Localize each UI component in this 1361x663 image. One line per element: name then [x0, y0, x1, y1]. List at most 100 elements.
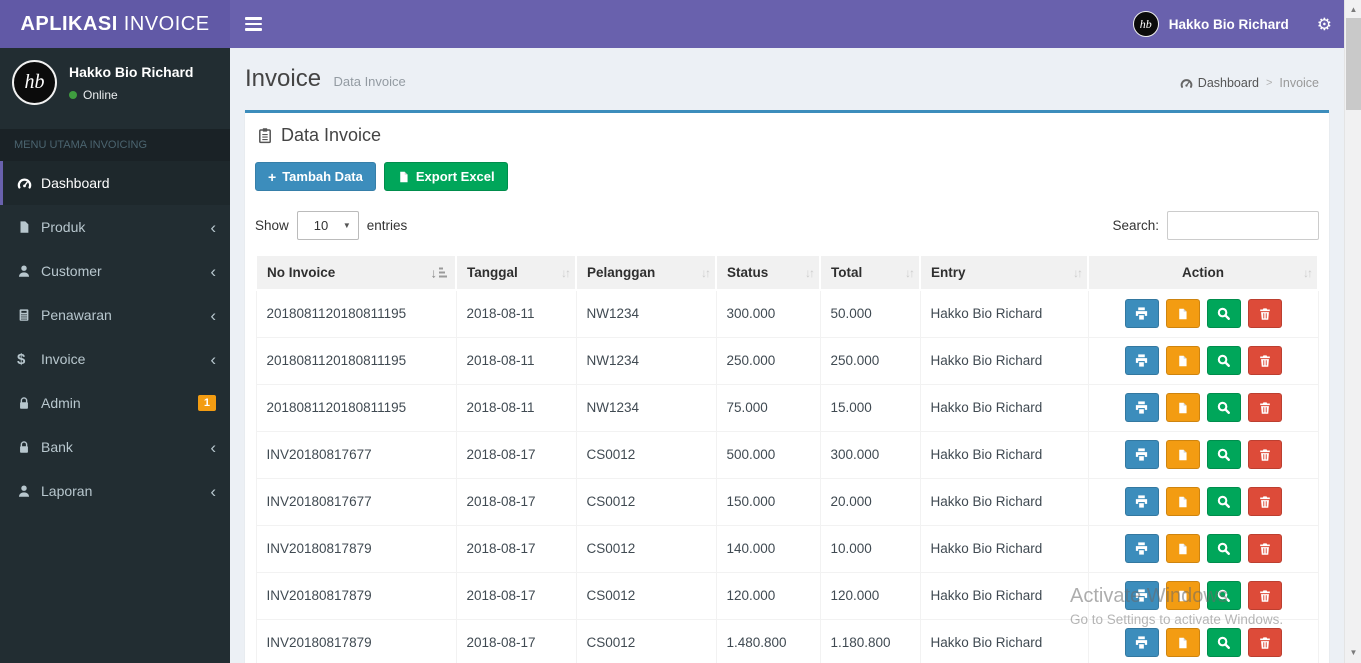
- printer-icon: [1135, 589, 1148, 602]
- print-button[interactable]: [1124, 346, 1159, 375]
- sidebar-menu-header: MENU UTAMA INVOICING: [0, 129, 230, 161]
- search-input[interactable]: [1167, 211, 1319, 240]
- delete-button[interactable]: [1247, 628, 1282, 657]
- sidebar-user-name: Hakko Bio Richard: [69, 63, 194, 80]
- view-button[interactable]: [1206, 440, 1241, 469]
- navbar-avatar[interactable]: hb: [1132, 11, 1159, 37]
- cell-tanggal: 2018-08-17: [455, 477, 577, 526]
- file-button[interactable]: [1165, 534, 1200, 563]
- sidebar-item-produk[interactable]: Produk ‹: [0, 205, 230, 249]
- scroll-down-icon[interactable]: ▼: [1345, 648, 1361, 657]
- cell-total: 15.000: [819, 383, 921, 432]
- sidebar-item-admin[interactable]: Admin 1: [0, 381, 230, 425]
- scrollbar-thumb[interactable]: [1346, 18, 1361, 110]
- print-button[interactable]: [1124, 440, 1159, 469]
- navbar-user-name[interactable]: Hakko Bio Richard: [1169, 17, 1289, 32]
- view-button[interactable]: [1206, 346, 1241, 375]
- export-excel-button[interactable]: Export Excel: [383, 162, 508, 191]
- sidebar-item-label: Bank: [41, 439, 73, 455]
- cell-action: [1087, 383, 1319, 432]
- col-no-invoice[interactable]: No Invoice ↓: [255, 254, 457, 291]
- col-status[interactable]: Status ↓↑: [715, 254, 821, 291]
- file-button[interactable]: [1165, 581, 1200, 610]
- magnifier-icon: [1217, 354, 1230, 367]
- cell-status: 75.000: [715, 383, 821, 432]
- settings-gear-icon[interactable]: ⚙: [1317, 16, 1332, 33]
- col-total[interactable]: Total ↓↑: [819, 254, 921, 291]
- chevron-left-icon: ‹: [210, 481, 216, 501]
- breadcrumb-dashboard-link[interactable]: Dashboard: [1180, 76, 1259, 90]
- delete-button[interactable]: [1247, 487, 1282, 516]
- view-button[interactable]: [1206, 299, 1241, 329]
- sidebar-item-bank[interactable]: Bank ‹: [0, 425, 230, 469]
- cell-no-invoice: INV20180817879: [255, 524, 457, 573]
- sidebar-item-laporan[interactable]: Laporan ‹: [0, 469, 230, 513]
- tambah-data-button[interactable]: + Tambah Data: [255, 162, 376, 191]
- print-button[interactable]: [1124, 299, 1159, 329]
- scroll-up-icon[interactable]: ▲: [1345, 5, 1361, 14]
- cell-tanggal: 2018-08-17: [455, 524, 577, 573]
- trash-icon: [1259, 354, 1270, 367]
- cell-no-invoice: 2018081120180811195: [255, 289, 457, 338]
- cell-action: [1087, 571, 1319, 620]
- print-button[interactable]: [1124, 393, 1159, 422]
- page-size-select[interactable]: 10 ▼: [296, 211, 359, 240]
- view-button[interactable]: [1206, 393, 1241, 422]
- select-arrow-icon: ▼: [342, 221, 351, 230]
- col-action[interactable]: Action ↓↑: [1087, 254, 1319, 291]
- page-subtitle: Data Invoice: [333, 74, 406, 89]
- cell-action: [1087, 524, 1319, 573]
- search-label: Search:: [1112, 218, 1159, 233]
- sidebar-user-panel: hb Hakko Bio Richard Online: [0, 48, 230, 125]
- view-button[interactable]: [1206, 534, 1241, 563]
- sidebar-item-dashboard[interactable]: Dashboard: [0, 161, 230, 205]
- sidebar-item-invoice[interactable]: $ Invoice ‹: [0, 337, 230, 381]
- sidebar-item-customer[interactable]: Customer ‹: [0, 249, 230, 293]
- sidebar-toggle-button[interactable]: [245, 0, 285, 48]
- file-button[interactable]: [1165, 346, 1200, 375]
- sort-icon: ↓↑: [561, 265, 571, 280]
- file-button[interactable]: [1165, 440, 1200, 469]
- col-pelanggan[interactable]: Pelanggan ↓↑: [575, 254, 717, 291]
- delete-button[interactable]: [1247, 299, 1282, 329]
- view-button[interactable]: [1206, 581, 1241, 610]
- cell-pelanggan: NW1234: [575, 336, 717, 385]
- vertical-scrollbar[interactable]: ▲ ▼: [1344, 0, 1361, 663]
- file-button[interactable]: [1165, 393, 1200, 422]
- breadcrumb-separator: >: [1265, 77, 1273, 89]
- file-button[interactable]: [1165, 487, 1200, 516]
- file-button[interactable]: [1165, 628, 1200, 657]
- trash-icon: [1259, 589, 1270, 602]
- delete-button[interactable]: [1247, 393, 1282, 422]
- file-icon: [1179, 496, 1187, 507]
- cell-action: [1087, 336, 1319, 385]
- view-button[interactable]: [1206, 487, 1241, 516]
- sort-icon: ↓↑: [905, 265, 915, 280]
- delete-button[interactable]: [1247, 440, 1282, 469]
- cell-status: 120.000: [715, 571, 821, 620]
- print-button[interactable]: [1124, 628, 1159, 657]
- print-button[interactable]: [1124, 487, 1159, 516]
- delete-button[interactable]: [1247, 534, 1282, 563]
- trash-icon: [1259, 495, 1270, 508]
- app-logo[interactable]: APLIKASI INVOICE: [0, 0, 230, 48]
- print-button[interactable]: [1124, 534, 1159, 563]
- calculator-icon: [17, 308, 41, 322]
- table-row: INV20180817879 2018-08-17 CS0012 120.000…: [255, 571, 1319, 620]
- chevron-left-icon: ‹: [210, 437, 216, 457]
- delete-button[interactable]: [1247, 346, 1282, 375]
- printer-icon: [1135, 354, 1148, 367]
- cell-total: 1.180.800: [819, 618, 921, 663]
- cell-pelanggan: CS0012: [575, 618, 717, 663]
- col-entry[interactable]: Entry ↓↑: [919, 254, 1089, 291]
- print-button[interactable]: [1124, 581, 1159, 610]
- table-row: INV20180817677 2018-08-17 CS0012 500.000…: [255, 430, 1319, 479]
- view-button[interactable]: [1206, 628, 1241, 657]
- delete-button[interactable]: [1247, 581, 1282, 610]
- sort-icon: ↓↑: [1073, 265, 1083, 280]
- cell-action: [1087, 430, 1319, 479]
- file-button[interactable]: [1165, 299, 1200, 329]
- cell-total: 10.000: [819, 524, 921, 573]
- sidebar-item-penawaran[interactable]: Penawaran ‹: [0, 293, 230, 337]
- col-tanggal[interactable]: Tanggal ↓↑: [455, 254, 577, 291]
